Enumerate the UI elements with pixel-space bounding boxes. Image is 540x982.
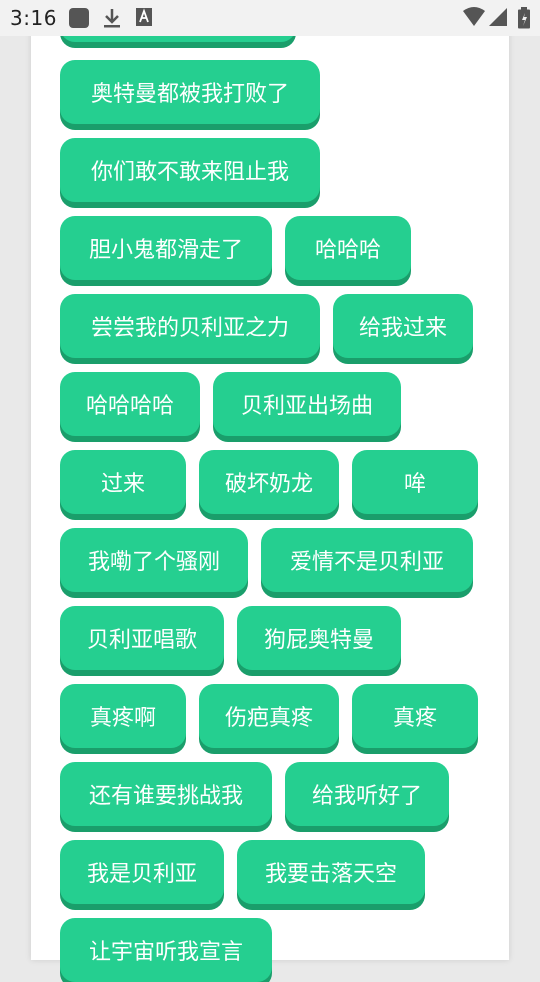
sound-button[interactable]: 我是贝利亚 [60,840,224,904]
battery-icon [517,7,531,33]
signal-icon [488,7,508,31]
wifi-icon [462,7,486,31]
app-square-icon [68,7,90,33]
sound-button[interactable]: 爱情不是贝利亚 [261,528,473,592]
sound-button[interactable]: 给我过来 [333,294,473,358]
sound-button[interactable]: 奥特曼都被我打败了 [60,60,320,124]
sound-button[interactable]: 我要击落天空 [237,840,425,904]
sound-button[interactable]: 贝利亚唱歌 [60,606,224,670]
sound-button[interactable]: 破坏奶龙 [199,450,339,514]
sound-button[interactable]: 尝尝我的贝利亚之力 [60,294,320,358]
status-time: 3:16 [10,6,57,30]
sound-button[interactable]: 胆小鬼都滑走了 [60,216,272,280]
sound-button[interactable]: 贝利亚出场曲 [213,372,401,436]
sound-button[interactable]: 狗屁奥特曼 [237,606,401,670]
sound-button[interactable]: 哈哈哈哈 [60,372,200,436]
sound-button-list: 奥特曼都被我打败了 你们敢不敢来阻止我 胆小鬼都滑走了 哈哈哈 尝尝我的贝利亚之… [60,0,490,982]
status-bar: 3:16 [0,0,540,36]
sound-button[interactable]: 还有谁要挑战我 [60,762,272,826]
sound-button[interactable]: 伤疤真疼 [199,684,339,748]
download-icon [102,7,122,33]
sound-button[interactable]: 过来 [60,450,186,514]
sound-button[interactable]: 让宇宙听我宣言 [60,918,272,982]
sound-button[interactable]: 给我听好了 [285,762,449,826]
sound-button[interactable]: 真疼 [352,684,478,748]
sound-button[interactable]: 你们敢不敢来阻止我 [60,138,320,202]
sound-button[interactable]: 哈哈哈 [285,216,411,280]
sound-button[interactable]: 真疼啊 [60,684,186,748]
sound-button[interactable]: 哞 [352,450,478,514]
font-a-icon [135,7,153,31]
sound-button[interactable]: 我嘞了个骚刚 [60,528,248,592]
